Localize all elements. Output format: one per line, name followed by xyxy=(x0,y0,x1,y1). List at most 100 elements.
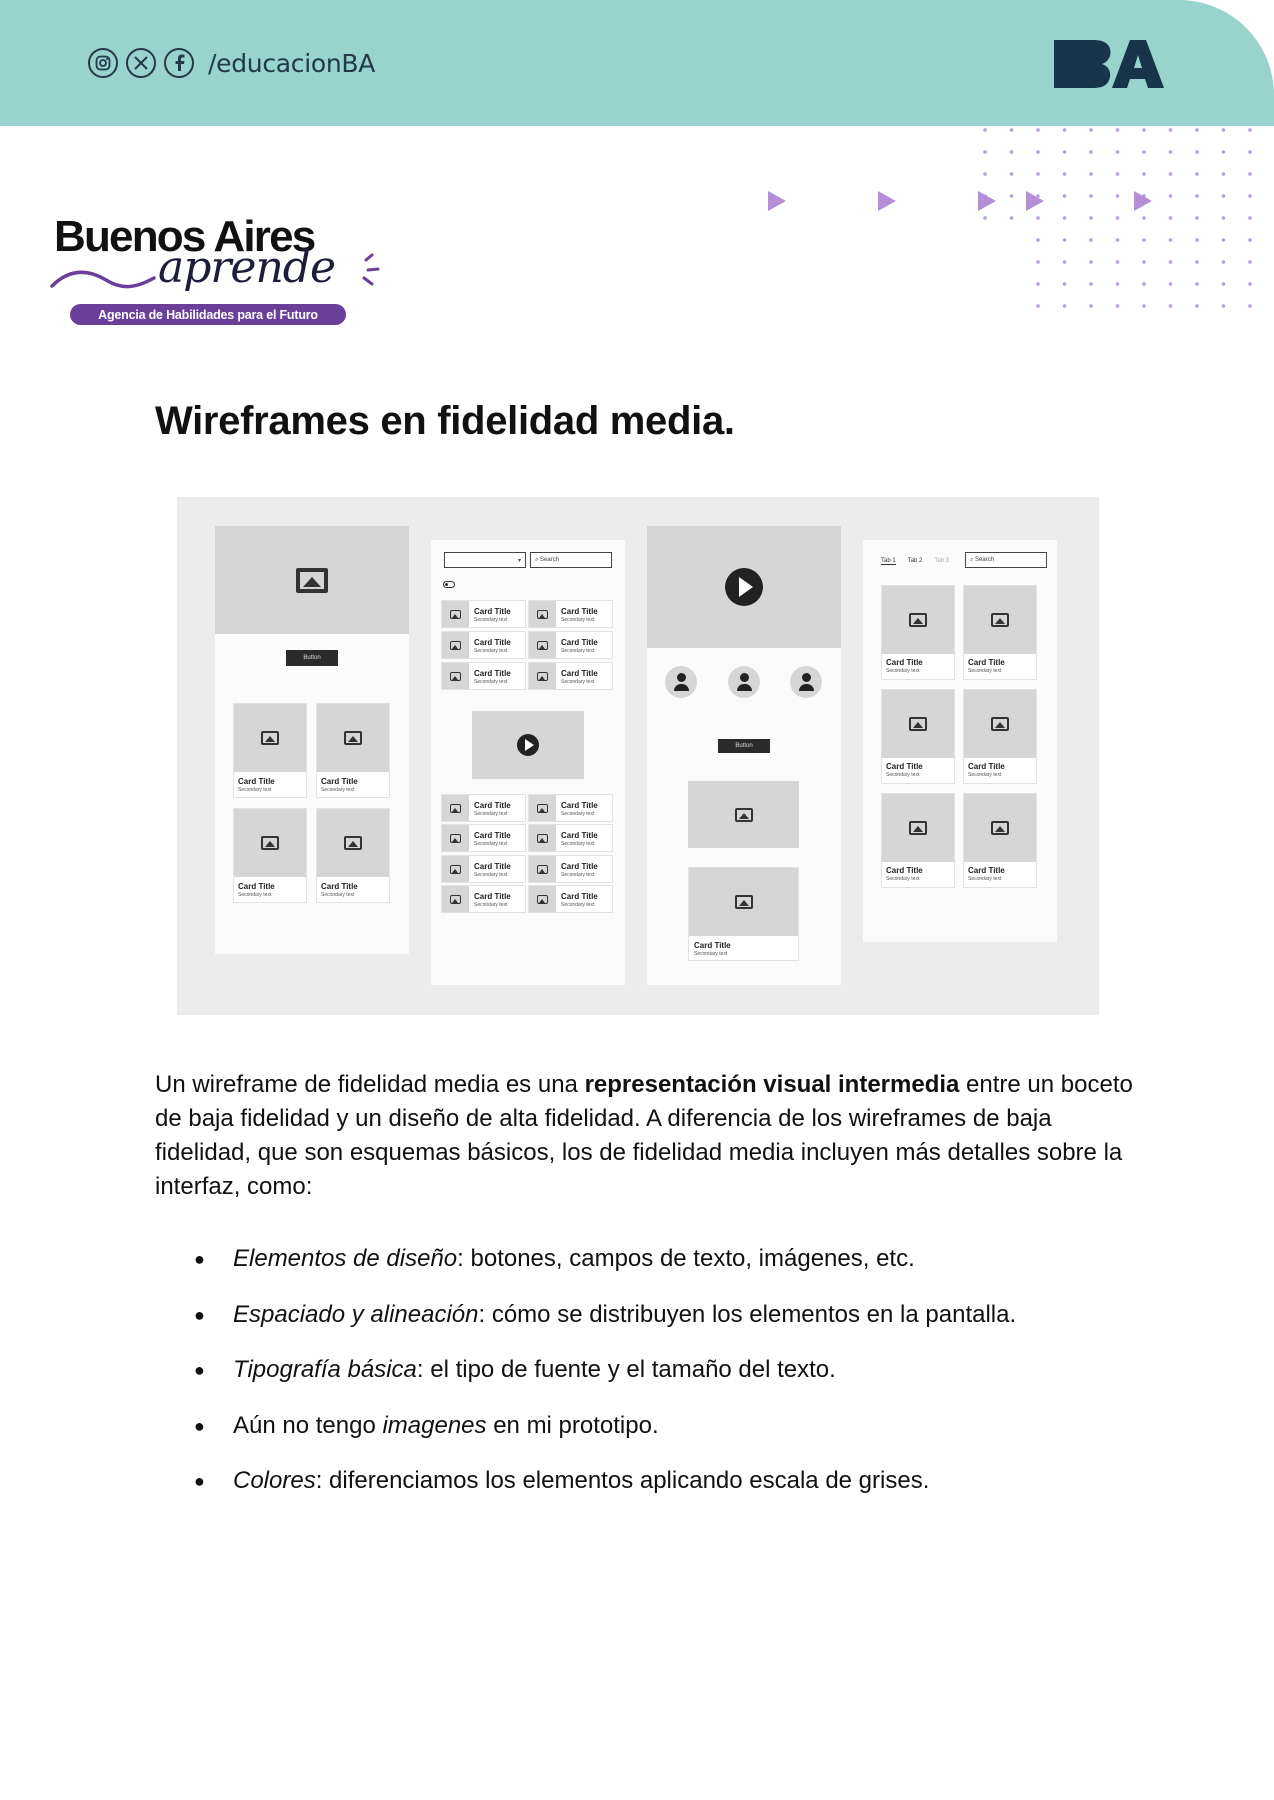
thumbnail xyxy=(442,663,469,689)
card: Card Title Secondary text xyxy=(688,867,799,961)
thumbnail xyxy=(442,601,469,627)
card-secondary: Secondary text xyxy=(886,668,920,674)
card-title: Card Title xyxy=(561,638,598,647)
decoration-dot xyxy=(1036,150,1040,154)
thumbnail xyxy=(442,795,469,821)
card-title: Card Title xyxy=(694,941,731,950)
decoration-dot xyxy=(1168,282,1173,286)
card: Card Title Secondary text xyxy=(233,808,307,903)
decoration-dot xyxy=(1248,172,1252,176)
decoration-dot xyxy=(1115,172,1120,176)
card: Card Title Secondary text xyxy=(316,703,390,798)
thumbnail xyxy=(529,856,556,882)
card-title: Card Title xyxy=(968,658,1005,667)
decoration-dot xyxy=(1221,282,1226,286)
mini-card: Card Title Secondary text xyxy=(528,855,613,883)
dropdown-field: ▾ xyxy=(444,552,526,568)
card-secondary: Secondary text xyxy=(561,811,595,817)
ba-logo xyxy=(1054,40,1164,88)
decoration-dot xyxy=(983,172,987,176)
list-item: Espaciado y alineación: cómo se distribu… xyxy=(155,1300,1135,1330)
decoration-dot xyxy=(1062,194,1067,198)
list-item-term: Espaciado y alineación xyxy=(233,1300,479,1328)
decoration-dot xyxy=(1089,238,1093,242)
decoration-dot xyxy=(1195,194,1199,198)
wireframe-screen-1: Button Card Title Secondary text Card Ti… xyxy=(215,526,409,954)
x-icon[interactable] xyxy=(126,48,156,78)
list-item-text: : diferenciamos los elementos aplicando … xyxy=(315,1467,930,1494)
list-item-text: : botones, campos de texto, imágenes, et… xyxy=(457,1245,915,1272)
list-item-term: Tipografía básica xyxy=(233,1356,417,1383)
card-title: Card Title xyxy=(474,669,511,678)
thumbnail xyxy=(529,795,556,821)
avatar-icon xyxy=(728,666,760,698)
card-title: Card Title xyxy=(886,658,923,667)
card: Card Title Secondary text xyxy=(881,793,955,888)
list-item: Aún no tengo imagenes en mi prototipo. xyxy=(155,1411,1135,1441)
thumbnail xyxy=(442,886,469,912)
card-title: Card Title xyxy=(561,607,598,616)
card-secondary: Secondary text xyxy=(561,872,595,878)
image-icon xyxy=(909,613,927,627)
mini-card: Card Title Secondary text xyxy=(441,600,526,628)
thumbnail xyxy=(529,601,556,627)
card-secondary: Secondary text xyxy=(561,617,595,623)
mini-card: Card Title Secondary text xyxy=(441,794,526,822)
social-handle[interactable]: /educacionBA xyxy=(208,49,375,78)
instagram-icon[interactable] xyxy=(88,48,118,78)
decoration-dot xyxy=(1142,150,1146,154)
card-secondary: Secondary text xyxy=(968,876,1002,882)
card-title: Card Title xyxy=(561,831,598,840)
card-secondary: Secondary text xyxy=(474,902,508,908)
card-secondary: Secondary text xyxy=(474,648,508,654)
card-title: Card Title xyxy=(474,892,511,901)
card-secondary: Secondary text xyxy=(561,902,595,908)
wireframe-screen-3: Button Card Title Secondary text xyxy=(647,526,841,985)
decoration-dot xyxy=(1115,282,1120,286)
card-secondary: Secondary text xyxy=(886,772,920,778)
decoration-dot xyxy=(1248,194,1252,198)
decoration-dot xyxy=(1142,282,1146,286)
decoration-dot xyxy=(1168,194,1173,198)
decoration-dot xyxy=(1009,216,1014,220)
image-icon xyxy=(991,613,1009,627)
decoration-dot xyxy=(1036,260,1040,264)
avatar-icon xyxy=(790,666,822,698)
mini-card: Card Title Secondary text xyxy=(441,662,526,690)
decoration-dot xyxy=(1221,304,1226,308)
decoration-dot xyxy=(1062,150,1067,154)
avatar-icon xyxy=(665,666,697,698)
card-secondary: Secondary text xyxy=(238,892,272,898)
card-title: Card Title xyxy=(474,801,511,810)
decoration-dot xyxy=(1248,304,1252,308)
decoration-dot xyxy=(1036,128,1040,132)
tab-3: Tab 3 xyxy=(934,558,950,564)
decoration-dot xyxy=(1248,282,1252,286)
decoration-dot xyxy=(1248,260,1252,264)
wireframe-button: Button xyxy=(286,650,338,666)
image-icon xyxy=(537,671,548,681)
brand-logo: Buenos Aires aprende Agencia de Habilida… xyxy=(50,212,390,327)
card-secondary: Secondary text xyxy=(321,892,355,898)
decoration-dot xyxy=(1195,172,1199,176)
card-title: Card Title xyxy=(474,607,511,616)
decoration-dot xyxy=(1168,238,1173,242)
decoration-dot xyxy=(1062,216,1067,220)
wireframe-screen-2: ▾ ⌕ Search Card Title Secondary text Card … xyxy=(431,540,625,985)
decoration-dot xyxy=(1036,172,1040,176)
decoration-dot xyxy=(1168,150,1173,154)
page-title: Wireframes en fidelidad media. xyxy=(155,399,735,443)
card-title: Card Title xyxy=(474,638,511,647)
thumbnail xyxy=(442,632,469,658)
image-icon xyxy=(450,864,461,874)
decoration-dot xyxy=(1195,216,1199,220)
image-icon xyxy=(537,833,548,843)
mini-card: Card Title Secondary text xyxy=(528,662,613,690)
decoration-dot xyxy=(1142,172,1146,176)
image-icon xyxy=(909,717,927,731)
decoration-dot xyxy=(1142,304,1146,308)
card-title: Card Title xyxy=(968,866,1005,875)
facebook-icon[interactable] xyxy=(164,48,194,78)
header-band: /educacionBA xyxy=(0,0,1274,126)
card: Card Title Secondary text xyxy=(963,689,1037,784)
